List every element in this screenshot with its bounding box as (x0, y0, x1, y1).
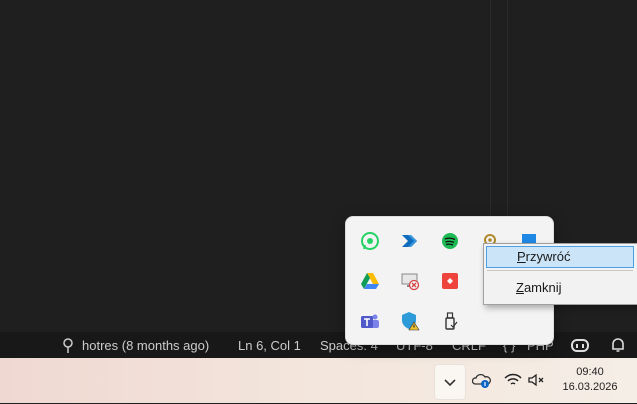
tray-context-menu: Przywróć Zamknij (483, 243, 637, 305)
restore-label: rzywróć (525, 249, 571, 264)
anydesk-icon[interactable] (439, 270, 461, 292)
defender-warning-icon[interactable] (399, 310, 421, 332)
usb-drive-icon[interactable] (439, 310, 461, 332)
notifications-bell-icon[interactable] (609, 336, 627, 354)
show-hidden-icons-button[interactable] (434, 364, 466, 400)
volume-muted-icon[interactable] (527, 372, 547, 388)
close-menu-item[interactable]: Zamknij (486, 277, 634, 299)
teams-icon[interactable] (359, 310, 381, 332)
cursor-position-status[interactable]: Ln 6, Col 1 (238, 332, 301, 358)
close-label: amknij (523, 280, 562, 295)
spotify-icon[interactable] (439, 230, 461, 252)
restore-accelerator: P (517, 249, 526, 264)
clock-time: 09:40 (576, 366, 604, 378)
clock-date: 16.03.2026 (562, 381, 618, 393)
onedrive-status-icon[interactable] (472, 372, 492, 390)
whatsapp-icon[interactable] (359, 230, 381, 252)
restore-menu-item[interactable]: Przywróć (486, 246, 634, 268)
git-blame-status[interactable]: hotres (8 months ago) (82, 332, 209, 358)
git-commit-icon (63, 338, 73, 353)
chevron-down-icon (444, 379, 456, 387)
taskbar: 09:40 16.03.2026 (0, 358, 637, 403)
power-automate-icon[interactable] (399, 230, 421, 252)
taskbar-clock[interactable]: 09:40 16.03.2026 (555, 365, 625, 395)
remote-desktop-disconnected-icon[interactable] (399, 270, 421, 292)
menu-separator (487, 270, 633, 271)
wifi-icon[interactable] (503, 372, 523, 388)
copilot-icon[interactable] (570, 335, 590, 355)
google-drive-icon[interactable] (359, 270, 381, 292)
close-accelerator: Z (516, 280, 524, 295)
